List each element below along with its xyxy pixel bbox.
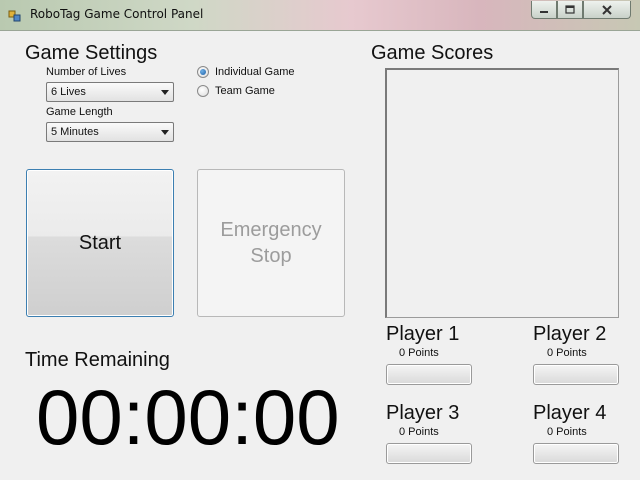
maximize-icon <box>565 5 575 14</box>
lives-select[interactable]: 6 Lives <box>46 82 174 102</box>
player-2-name: Player 2 <box>533 323 607 345</box>
close-button[interactable] <box>583 1 631 19</box>
player-4-points: 0 Points <box>547 426 587 438</box>
scores-list[interactable] <box>385 68 619 318</box>
chevron-down-icon <box>161 90 169 95</box>
game-scores-heading: Game Scores <box>371 42 494 64</box>
length-select-value: 5 Minutes <box>51 126 99 138</box>
time-remaining-display: 00:00:00 <box>36 373 340 461</box>
title-bar[interactable]: RoboTag Game Control Panel <box>0 0 640 31</box>
player-1-points: 0 Points <box>399 347 439 359</box>
player-2-points: 0 Points <box>547 347 587 359</box>
length-label: Game Length <box>46 106 113 118</box>
player-2-progress-bar <box>533 364 619 385</box>
minimize-button[interactable] <box>531 1 557 19</box>
individual-game-label[interactable]: Individual Game <box>215 66 295 78</box>
time-remaining-heading: Time Remaining <box>25 349 170 371</box>
main-window: RoboTag Game Control Panel Game Settings… <box>0 0 640 480</box>
start-button[interactable]: Start <box>26 169 174 317</box>
player-4-progress-bar <box>533 443 619 464</box>
player-1-name: Player 1 <box>386 323 460 345</box>
length-select[interactable]: 5 Minutes <box>46 122 174 142</box>
player-3-points: 0 Points <box>399 426 439 438</box>
lives-label: Number of Lives <box>46 66 127 78</box>
window-title: RoboTag Game Control Panel <box>30 7 204 21</box>
player-3-name: Player 3 <box>386 402 460 424</box>
team-game-label[interactable]: Team Game <box>215 85 275 97</box>
player-4-name: Player 4 <box>533 402 607 424</box>
chevron-down-icon <box>161 130 169 135</box>
minimize-icon <box>540 10 548 13</box>
player-3-progress-bar <box>386 443 472 464</box>
game-settings-heading: Game Settings <box>25 42 158 64</box>
app-icon <box>8 10 21 22</box>
close-icon <box>602 4 612 15</box>
radio-selected-dot <box>200 69 206 75</box>
lives-select-value: 6 Lives <box>51 86 86 98</box>
emergency-stop-button[interactable]: Emergency Stop <box>197 169 345 317</box>
team-game-radio[interactable] <box>197 85 209 97</box>
individual-game-radio[interactable] <box>197 66 209 78</box>
maximize-button[interactable] <box>557 1 583 19</box>
player-1-progress-bar <box>386 364 472 385</box>
